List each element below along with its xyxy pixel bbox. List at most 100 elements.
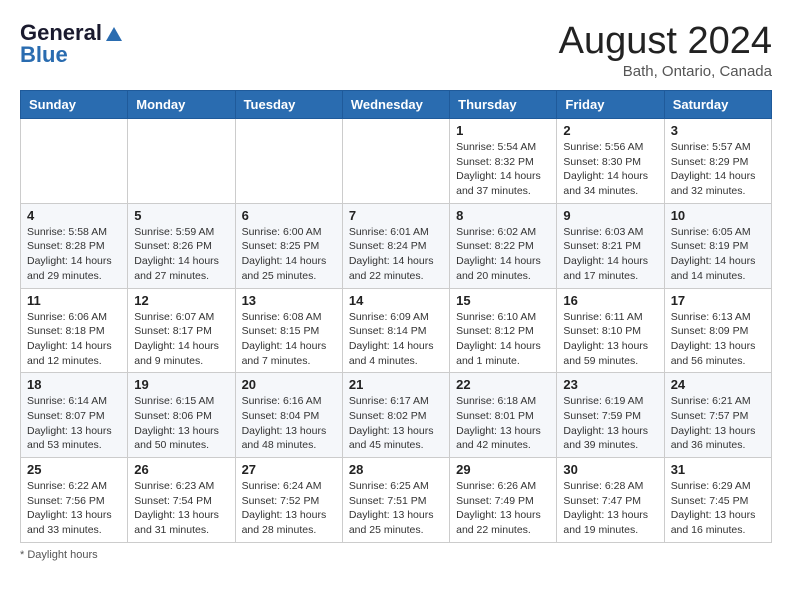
day-number: 24 [671,377,765,392]
calendar-week-4: 18 Sunrise: 6:14 AM Sunset: 8:07 PM Dayli… [21,373,772,458]
calendar-cell: 2Sunrise: 5:56 AM Sunset: 8:30 PM Daylig… [557,119,664,204]
day-number: 11 [27,293,121,308]
logo: General Blue [20,20,124,68]
month-title: August 2024 [559,20,772,63]
day-number: 8 [456,208,550,223]
calendar-cell: 11Sunrise: 6:06 AM Sunset: 8:18 PM Dayli… [21,288,128,373]
calendar-cell: 23 Sunrise: 6:19 AM Sunset: 7:59 PM Dayli… [557,373,664,458]
day-info: Sunrise: 5:58 AM Sunset: 8:28 PM Dayligh… [27,225,121,284]
day-info: Sunrise: 6:17 AM Sunset: 8:02 PM Dayligh… [349,394,443,453]
day-number: 15 [456,293,550,308]
calendar-cell: 5Sunrise: 5:59 AM Sunset: 8:26 PM Daylig… [128,203,235,288]
calendar-cell: 13Sunrise: 6:08 AM Sunset: 8:15 PM Dayli… [235,288,342,373]
calendar-cell: 31 Sunrise: 6:29 AM Sunset: 7:45 PM Dayli… [664,458,771,543]
calendar-table: SundayMondayTuesdayWednesdayThursdayFrid… [20,90,772,543]
day-info: Sunrise: 6:21 AM Sunset: 7:57 PM Dayligh… [671,394,765,453]
calendar-week-5: 25Sunrise: 6:22 AM Sunset: 7:56 PM Dayli… [21,458,772,543]
day-number: 23 [563,377,657,392]
calendar-cell: 28 Sunrise: 6:25 AM Sunset: 7:51 PM Dayli… [342,458,449,543]
calendar-cell: 22Sunrise: 6:18 AM Sunset: 8:01 PM Dayli… [450,373,557,458]
calendar-cell: 24 Sunrise: 6:21 AM Sunset: 7:57 PM Dayli… [664,373,771,458]
calendar-cell: 10 Sunrise: 6:05 AM Sunset: 8:19 PM Dayli… [664,203,771,288]
daylight-label: Daylight hours [27,549,97,561]
calendar-cell: 17Sunrise: 6:13 AM Sunset: 8:09 PM Dayli… [664,288,771,373]
day-number: 4 [27,208,121,223]
footer: * Daylight hours [20,549,772,561]
day-info: Sunrise: 6:00 AM Sunset: 8:25 PM Dayligh… [242,225,336,284]
day-info: Sunrise: 6:25 AM Sunset: 7:51 PM Dayligh… [349,479,443,538]
day-info: Sunrise: 5:57 AM Sunset: 8:29 PM Dayligh… [671,140,765,199]
day-number: 19 [134,377,228,392]
day-number: 26 [134,462,228,477]
day-number: 20 [242,377,336,392]
calendar-cell: 18 Sunrise: 6:14 AM Sunset: 8:07 PM Dayli… [21,373,128,458]
calendar-cell: 6Sunrise: 6:00 AM Sunset: 8:25 PM Daylig… [235,203,342,288]
calendar-cell: 12Sunrise: 6:07 AM Sunset: 8:17 PM Dayli… [128,288,235,373]
day-info: Sunrise: 6:29 AM Sunset: 7:45 PM Dayligh… [671,479,765,538]
calendar-header-row: SundayMondayTuesdayWednesdayThursdayFrid… [21,91,772,119]
calendar-cell: 20 Sunrise: 6:16 AM Sunset: 8:04 PM Dayli… [235,373,342,458]
day-info: Sunrise: 6:14 AM Sunset: 8:07 PM Dayligh… [27,394,121,453]
day-number: 1 [456,123,550,138]
day-info: Sunrise: 6:03 AM Sunset: 8:21 PM Dayligh… [563,225,657,284]
day-info: Sunrise: 6:26 AM Sunset: 7:49 PM Dayligh… [456,479,550,538]
day-info: Sunrise: 6:18 AM Sunset: 8:01 PM Dayligh… [456,394,550,453]
calendar-cell [235,119,342,204]
calendar-cell: 4 Sunrise: 5:58 AM Sunset: 8:28 PM Daylig… [21,203,128,288]
day-info: Sunrise: 6:22 AM Sunset: 7:56 PM Dayligh… [27,479,121,538]
calendar-cell [21,119,128,204]
calendar-cell: 9 Sunrise: 6:03 AM Sunset: 8:21 PM Daylig… [557,203,664,288]
day-info: Sunrise: 6:19 AM Sunset: 7:59 PM Dayligh… [563,394,657,453]
weekday-header-thursday: Thursday [450,91,557,119]
day-info: Sunrise: 6:16 AM Sunset: 8:04 PM Dayligh… [242,394,336,453]
day-info: Sunrise: 6:24 AM Sunset: 7:52 PM Dayligh… [242,479,336,538]
day-number: 14 [349,293,443,308]
day-info: Sunrise: 6:23 AM Sunset: 7:54 PM Dayligh… [134,479,228,538]
day-number: 10 [671,208,765,223]
weekday-header-monday: Monday [128,91,235,119]
page-header: General Blue August 2024 Bath, Ontario, … [20,20,772,80]
calendar-cell: 14Sunrise: 6:09 AM Sunset: 8:14 PM Dayli… [342,288,449,373]
calendar-cell: 3 Sunrise: 5:57 AM Sunset: 8:29 PM Daylig… [664,119,771,204]
weekday-header-tuesday: Tuesday [235,91,342,119]
logo-icon [104,23,124,43]
day-number: 9 [563,208,657,223]
day-info: Sunrise: 6:08 AM Sunset: 8:15 PM Dayligh… [242,310,336,369]
weekday-header-sunday: Sunday [21,91,128,119]
calendar-cell: 25Sunrise: 6:22 AM Sunset: 7:56 PM Dayli… [21,458,128,543]
calendar-cell: 21Sunrise: 6:17 AM Sunset: 8:02 PM Dayli… [342,373,449,458]
day-number: 31 [671,462,765,477]
calendar-cell: 30 Sunrise: 6:28 AM Sunset: 7:47 PM Dayli… [557,458,664,543]
calendar-cell: 15 Sunrise: 6:10 AM Sunset: 8:12 PM Dayli… [450,288,557,373]
calendar-week-3: 11Sunrise: 6:06 AM Sunset: 8:18 PM Dayli… [21,288,772,373]
day-info: Sunrise: 5:56 AM Sunset: 8:30 PM Dayligh… [563,140,657,199]
calendar-cell: 29 Sunrise: 6:26 AM Sunset: 7:49 PM Dayli… [450,458,557,543]
calendar-cell: 1Sunrise: 5:54 AM Sunset: 8:32 PM Daylig… [450,119,557,204]
day-number: 5 [134,208,228,223]
day-number: 7 [349,208,443,223]
calendar-cell: 19 Sunrise: 6:15 AM Sunset: 8:06 PM Dayli… [128,373,235,458]
day-number: 3 [671,123,765,138]
day-info: Sunrise: 6:10 AM Sunset: 8:12 PM Dayligh… [456,310,550,369]
day-info: Sunrise: 6:05 AM Sunset: 8:19 PM Dayligh… [671,225,765,284]
calendar-cell: 7Sunrise: 6:01 AM Sunset: 8:24 PM Daylig… [342,203,449,288]
day-number: 18 [27,377,121,392]
title-section: August 2024 Bath, Ontario, Canada [559,20,772,80]
day-number: 28 [349,462,443,477]
day-info: Sunrise: 6:02 AM Sunset: 8:22 PM Dayligh… [456,225,550,284]
weekday-header-saturday: Saturday [664,91,771,119]
calendar-cell: 26 Sunrise: 6:23 AM Sunset: 7:54 PM Dayli… [128,458,235,543]
day-number: 17 [671,293,765,308]
day-number: 29 [456,462,550,477]
logo-text-blue: Blue [20,42,68,68]
location: Bath, Ontario, Canada [559,63,772,80]
day-info: Sunrise: 6:11 AM Sunset: 8:10 PM Dayligh… [563,310,657,369]
calendar-cell: 16 Sunrise: 6:11 AM Sunset: 8:10 PM Dayli… [557,288,664,373]
calendar-cell: 27Sunrise: 6:24 AM Sunset: 7:52 PM Dayli… [235,458,342,543]
day-number: 16 [563,293,657,308]
day-info: Sunrise: 6:15 AM Sunset: 8:06 PM Dayligh… [134,394,228,453]
calendar-cell [128,119,235,204]
day-number: 30 [563,462,657,477]
weekday-header-friday: Friday [557,91,664,119]
day-info: Sunrise: 6:28 AM Sunset: 7:47 PM Dayligh… [563,479,657,538]
